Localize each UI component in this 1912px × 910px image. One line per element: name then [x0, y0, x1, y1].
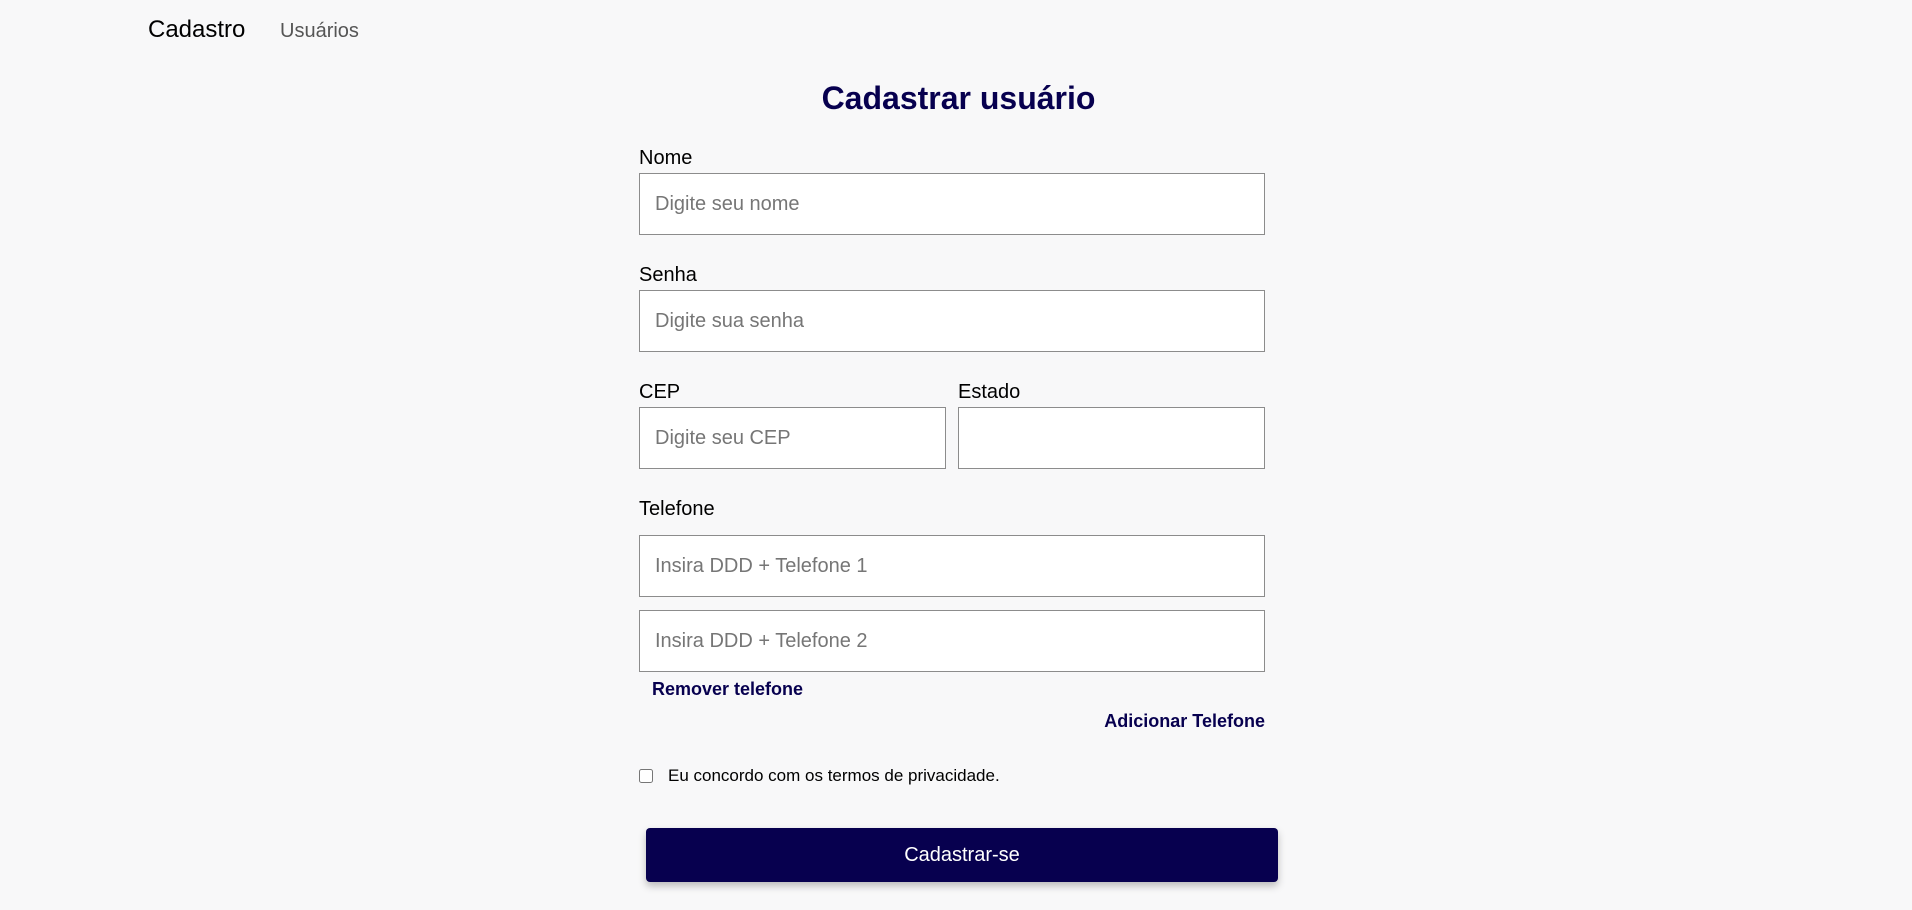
- nav-link-usuarios[interactable]: Usuários: [280, 20, 359, 43]
- terms-row: Eu concordo com os termos de privacidade…: [639, 765, 1000, 787]
- page-title: Cadastrar usuário: [821, 80, 1096, 116]
- terms-label: Eu concordo com os termos de privacidade…: [668, 766, 1000, 785]
- nome-input[interactable]: [639, 173, 1265, 235]
- remove-phone-button[interactable]: Remover telefone: [652, 679, 803, 700]
- senha-input[interactable]: [639, 290, 1265, 352]
- navbar-brand[interactable]: Cadastro: [148, 16, 245, 44]
- add-phone-button[interactable]: Adicionar Telefone: [1104, 711, 1265, 732]
- nome-label: Nome: [639, 147, 693, 169]
- telefone-label: Telefone: [639, 498, 715, 520]
- telefone-2-input[interactable]: [639, 610, 1265, 672]
- cep-input[interactable]: [639, 407, 946, 469]
- submit-button[interactable]: Cadastrar-se: [646, 828, 1278, 882]
- telefone-1-input[interactable]: [639, 535, 1265, 597]
- estado-input[interactable]: [958, 407, 1265, 469]
- navbar: Cadastro Usuários: [0, 0, 1912, 62]
- terms-checkbox[interactable]: [639, 769, 653, 783]
- senha-label: Senha: [639, 264, 697, 286]
- cep-label: CEP: [639, 381, 681, 403]
- estado-label: Estado: [958, 381, 1021, 403]
